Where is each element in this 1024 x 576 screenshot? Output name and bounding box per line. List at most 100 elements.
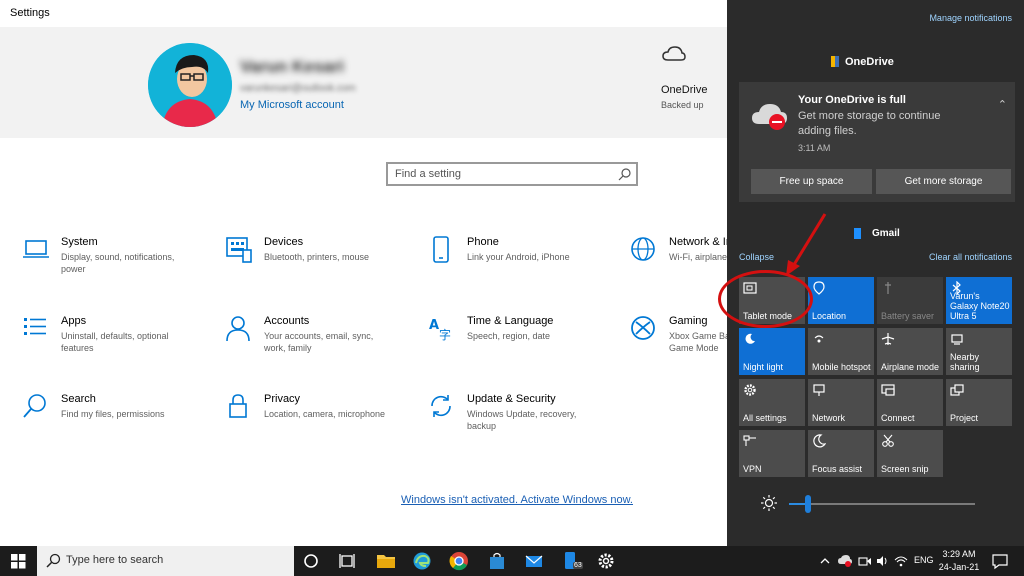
manage-notifications-link[interactable]: Manage notifications (929, 13, 1012, 23)
vpn-icon (743, 434, 757, 448)
edge-icon[interactable] (412, 551, 432, 571)
settings-gear-icon[interactable] (596, 551, 616, 571)
collapse-link[interactable]: Collapse (739, 252, 774, 262)
action-center-icon[interactable] (991, 552, 1009, 570)
search-icon (46, 553, 62, 569)
avatar[interactable] (148, 43, 232, 127)
activate-windows-link[interactable]: Windows isn't activated. Activate Window… (401, 494, 633, 506)
onedrive-group-header: OneDrive (845, 56, 894, 68)
chevron-up-icon[interactable] (818, 554, 832, 568)
quick-action-label: Focus assist (812, 464, 872, 474)
onedrive-full-icon (751, 100, 791, 132)
category-privacy[interactable]: Privacy Location, camera, microphone (225, 393, 415, 453)
quick-action-vpn[interactable]: VPN (739, 430, 805, 477)
quick-action-network[interactable]: Network (808, 379, 874, 426)
cortana-icon[interactable] (301, 551, 321, 571)
category-desc: Bluetooth, printers, mouse (264, 251, 389, 263)
annotation-arrow (780, 210, 830, 280)
get-more-storage-button[interactable]: Get more storage (876, 169, 1011, 194)
taskbar: Type here to search 63 (0, 546, 1024, 576)
category-devices[interactable]: Devices Bluetooth, printers, mouse (225, 236, 415, 296)
category-desc: Xbox Game Bar, captures, Game Mode (669, 330, 727, 354)
category-gaming[interactable]: Gaming Xbox Game Bar, captures, Game Mod… (630, 315, 727, 375)
notification-badge: 63 (573, 562, 583, 569)
file-explorer-icon[interactable] (376, 551, 396, 571)
language-indicator[interactable]: ENG (914, 555, 934, 565)
category-desc: Find my files, permissions (61, 408, 186, 420)
airplane-icon (881, 332, 895, 346)
quick-action-connect[interactable]: Connect (877, 379, 943, 426)
taskbar-search-box[interactable]: Type here to search (37, 546, 294, 576)
location-icon (812, 281, 826, 295)
category-title: Gaming (669, 315, 708, 327)
clock-date: 24-Jan-21 (938, 561, 980, 574)
category-update-security[interactable]: Update & Security Windows Update, recove… (428, 393, 618, 453)
meet-now-icon[interactable] (858, 554, 872, 568)
battery-icon (881, 281, 895, 295)
volume-icon[interactable] (876, 554, 890, 568)
category-search[interactable]: Search Find my files, permissions (22, 393, 212, 453)
brightness-thumb[interactable] (805, 495, 811, 513)
wifi-icon[interactable] (894, 554, 908, 568)
category-title: Update & Security (467, 393, 556, 405)
hotspot-icon (812, 332, 826, 346)
quick-action-focus-assist[interactable]: Focus assist (808, 430, 874, 477)
category-system[interactable]: System Display, sound, notifications, po… (22, 236, 212, 296)
quick-action-label: All settings (743, 413, 803, 423)
category-title: Apps (61, 315, 86, 327)
nearby-sharing-icon (950, 332, 964, 346)
category-phone[interactable]: Phone Link your Android, iPhone (428, 236, 618, 296)
onedrive-tray-icon[interactable] (838, 554, 852, 568)
quick-action-label: VPN (743, 464, 803, 474)
account-header (0, 27, 727, 138)
quick-action-airplane-mode[interactable]: Airplane mode (877, 328, 943, 375)
quick-action-varun-s-galaxy-note20-ultra-5[interactable]: Varun's Galaxy Note20 Ultra 5 (946, 277, 1012, 324)
category-desc: Speech, region, date (467, 330, 592, 342)
quick-action-battery-saver[interactable]: Battery saver (877, 277, 943, 324)
chrome-icon[interactable] (449, 551, 469, 571)
quick-action-night-light[interactable]: Night light (739, 328, 805, 375)
gmail-app-icon (854, 228, 861, 239)
quick-action-label: Airplane mode (881, 362, 941, 372)
person-icon (225, 315, 253, 343)
microsoft-account-link[interactable]: My Microsoft account (240, 99, 344, 111)
onedrive-notification[interactable]: Your OneDrive is full Get more storage t… (739, 82, 1015, 202)
quick-action-project[interactable]: Project (946, 379, 1012, 426)
quick-action-mobile-hotspot[interactable]: Mobile hotspot (808, 328, 874, 375)
category-apps[interactable]: Apps Uninstall, defaults, optional featu… (22, 315, 212, 375)
free-up-space-button[interactable]: Free up space (751, 169, 872, 194)
brightness-icon (761, 495, 777, 511)
settings-window: Settings Varun Kesari varunkesari@outloo… (0, 0, 727, 546)
connect-icon (881, 383, 895, 397)
category-title: Devices (264, 236, 303, 248)
quick-action-all-settings[interactable]: All settings (739, 379, 805, 426)
search-icon (22, 393, 50, 421)
notification-title: Your OneDrive is full (798, 94, 906, 106)
clock-time: 3:29 AM (938, 548, 980, 561)
category-desc: Your accounts, email, sync, work, family (264, 330, 389, 354)
chevron-up-icon[interactable]: ⌃ (998, 98, 1007, 111)
search-icon (618, 167, 632, 181)
category-title: System (61, 236, 98, 248)
clock[interactable]: 3:29 AM 24-Jan-21 (938, 548, 980, 574)
windows-start-icon[interactable] (0, 546, 37, 576)
notification-body: Get more storage to continue adding file… (798, 109, 968, 139)
phone-icon (428, 236, 456, 264)
search-placeholder: Find a setting (395, 168, 461, 180)
store-icon[interactable] (487, 551, 507, 571)
mail-icon[interactable] (524, 551, 544, 571)
category-network[interactable]: Network & Internet Wi-Fi, airplane mode,… (630, 236, 727, 296)
language-icon: A 字 (428, 315, 456, 343)
find-setting-search[interactable]: Find a setting (386, 162, 638, 186)
category-accounts[interactable]: Accounts Your accounts, email, sync, wor… (225, 315, 415, 375)
onedrive-cloud-icon[interactable] (662, 45, 686, 63)
quick-action-screen-snip[interactable]: Screen snip (877, 430, 943, 477)
gear-icon (743, 383, 757, 397)
clear-all-notifications-link[interactable]: Clear all notifications (929, 252, 1012, 262)
quick-action-location[interactable]: Location (808, 277, 874, 324)
task-view-icon[interactable] (337, 551, 357, 571)
category-time-language[interactable]: A 字 Time & Language Speech, region, date (428, 315, 618, 375)
quick-action-nearby-sharing[interactable]: Nearby sharing (946, 328, 1012, 375)
category-title: Phone (467, 236, 499, 248)
brightness-slider[interactable] (789, 503, 975, 505)
